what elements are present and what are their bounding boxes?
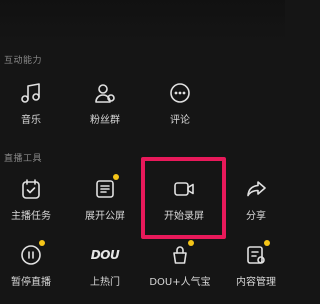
popularity-icon: [167, 240, 194, 268]
music-label: 音乐: [21, 115, 41, 126]
anchor-task-button[interactable]: 主播任务: [0, 176, 62, 236]
content-manage-label: 内容管理: [236, 277, 276, 288]
public-screen-button[interactable]: 展开公屏: [74, 174, 136, 236]
dou-logo-text: DOU: [90, 248, 120, 262]
badge-dot: [113, 174, 119, 180]
hot-trending-label: 上热门: [90, 277, 120, 288]
task-calendar-icon: [18, 176, 44, 202]
dou-plus-popularity-label: DOU+人气宝: [149, 277, 211, 288]
badge-dot: [188, 240, 194, 246]
comment-icon: [167, 80, 193, 106]
pause-icon: [18, 240, 45, 268]
comment-button[interactable]: 评论: [149, 80, 211, 140]
anchor-task-label: 主播任务: [11, 211, 51, 222]
public-screen-icon: [92, 174, 119, 202]
pause-live-button[interactable]: 暂停直播: [0, 240, 62, 302]
section-title-live-tools: 直播工具: [4, 154, 43, 164]
music-button[interactable]: 音乐: [0, 80, 62, 140]
content-manage-icon: [243, 240, 270, 268]
fans-group-button[interactable]: 粉丝群: [74, 80, 136, 140]
highlight-box: [141, 157, 226, 239]
share-label: 分享: [246, 211, 266, 222]
top-shadow: [0, 0, 285, 40]
music-icon: [18, 80, 44, 106]
fans-group-label: 粉丝群: [90, 115, 120, 126]
dou-logo-icon: DOU: [90, 242, 120, 268]
section-title-interaction: 互动能力: [4, 56, 43, 66]
share-icon: [243, 176, 269, 202]
live-tools-panel: 互动能力 音乐 粉丝群 评论 直播工具 主播任务 展开公屏 开始录屏 分享 暂停…: [0, 0, 285, 304]
badge-dot: [264, 240, 270, 246]
badge-dot: [39, 240, 45, 246]
content-manage-button[interactable]: 内容管理: [225, 240, 287, 302]
fans-group-icon: [92, 80, 118, 106]
share-button[interactable]: 分享: [225, 176, 287, 236]
public-screen-label: 展开公屏: [85, 211, 125, 222]
hot-trending-button[interactable]: DOU 上热门: [74, 242, 136, 302]
comment-label: 评论: [170, 115, 190, 126]
pause-live-label: 暂停直播: [11, 277, 51, 288]
dou-plus-popularity-button[interactable]: DOU+人气宝: [149, 240, 211, 302]
